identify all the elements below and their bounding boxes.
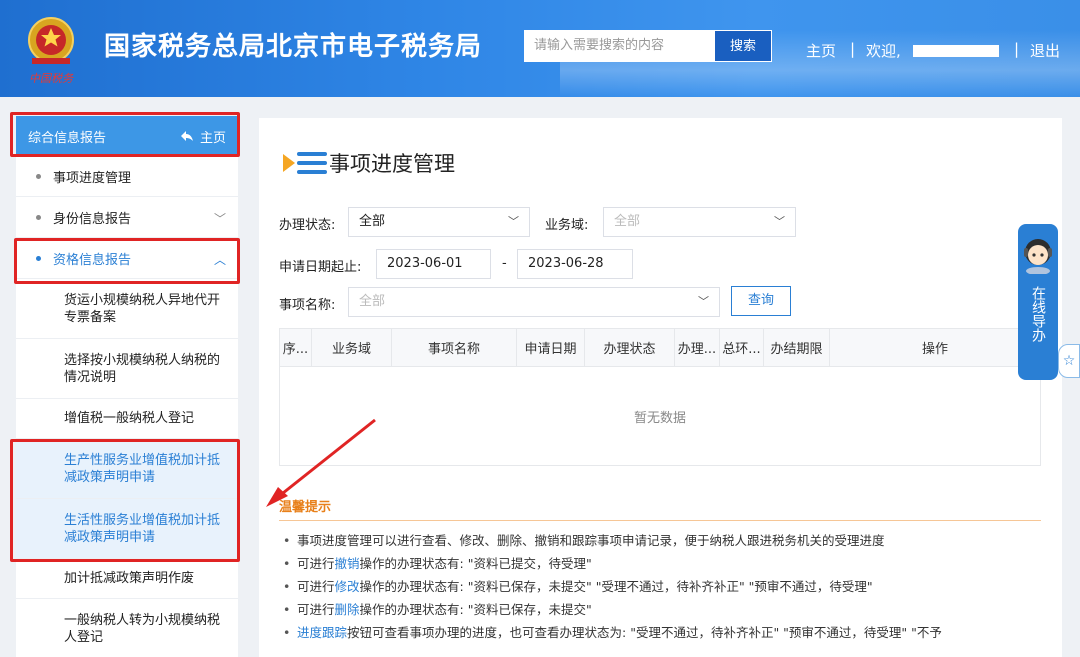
nav-home-link[interactable]: 主页 (806, 40, 836, 61)
tax-emblem-logo: 中国税务 (28, 17, 74, 85)
sidebar-item-qualification[interactable]: 资格信息报告 ︿ (16, 238, 238, 279)
main-panel: 事项进度管理 办理状态: 全部 ﹀ 业务域: 全部 ﹀ 申请日期起止: 2023… (259, 118, 1062, 657)
chevron-down-icon: ﹀ (508, 215, 519, 228)
status-select-value: 全部 (359, 214, 386, 229)
domain-select[interactable]: 全部 ﹀ (603, 207, 796, 237)
revoke-link[interactable]: 撤销 (335, 552, 360, 575)
online-guide-button[interactable]: 在线导办 (1018, 224, 1058, 380)
sidebar-subitem[interactable]: 增值税一般纳税人登记 (16, 399, 238, 439)
empty-state: 暂无数据 (633, 410, 686, 426)
divider (279, 520, 1041, 521)
delete-link[interactable]: 删除 (335, 598, 360, 621)
logout-link[interactable]: 退出 (1030, 40, 1060, 61)
table-header-row: 序... 业务域 事项名称 申请日期 办理状态 办理... 总环... 办结期限… (280, 329, 1040, 367)
sidebar-item-label: 资格信息报告 (53, 252, 132, 268)
date-start-input[interactable]: 2023-06-01 (376, 249, 491, 279)
sidebar-subitem[interactable]: 选择按小规模纳税人纳税的情况说明 (16, 339, 238, 399)
date-end-input[interactable]: 2023-06-28 (517, 249, 633, 279)
tip-item: • 可进行 删除 操作的办理状态有: "资料已保存，未提交" (283, 598, 1043, 621)
tip-item: • 可进行 撤销 操作的办理状态有: "资料已提交，待受理" (283, 552, 1043, 575)
sidebar-home-label: 主页 (199, 130, 226, 146)
sidebar-subitem[interactable]: 货运小规模纳税人异地代开专票备案 (16, 279, 238, 339)
sidebar-item-progress[interactable]: 事项进度管理 (16, 156, 238, 197)
nav-separator: | (1014, 40, 1020, 58)
status-label: 办理状态: (279, 218, 336, 233)
chevron-down-icon: ﹀ (774, 215, 785, 228)
assistant-avatar-icon (1024, 239, 1052, 274)
column-header: 总环... (720, 329, 764, 366)
sidebar-item-label: 事项进度管理 (53, 170, 132, 186)
sidebar-item-label: 身份信息报告 (53, 211, 132, 227)
sidebar-header[interactable]: 综合信息报告 主页 (16, 116, 238, 156)
column-header: 序... (280, 329, 312, 366)
sidebar-subitem[interactable]: 一般纳税人转为小规模纳税人登记 (16, 599, 238, 657)
column-header: 办结期限 (764, 329, 830, 366)
status-select[interactable]: 全部 ﹀ (348, 207, 530, 237)
date-range-label: 申请日期起止: (279, 260, 362, 275)
item-name-label: 事项名称: (279, 298, 336, 313)
query-button[interactable]: 查询 (731, 286, 791, 316)
item-name-placeholder: 全部 (359, 294, 386, 309)
chevron-down-icon: ﹀ (698, 295, 709, 308)
tip-item: • 事项进度管理可以进行查看、修改、删除、撤销和跟踪事项申请记录，便于纳税人跟进税… (283, 533, 885, 548)
username-redacted (913, 45, 999, 57)
bullet-icon (36, 173, 41, 179)
column-header: 操作 (921, 342, 948, 357)
track-progress-link[interactable]: 进度跟踪 (297, 621, 347, 644)
site-title: 国家税务总局北京市电子税务局 (104, 32, 483, 62)
column-header: 办理... (675, 329, 720, 366)
column-header: 事项名称 (392, 329, 517, 366)
item-name-select[interactable]: 全部 ﹀ (348, 287, 720, 317)
favorite-star-icon[interactable]: ☆ (1058, 344, 1080, 378)
logo-text: 中国税务 (29, 72, 74, 85)
progress-list-icon (283, 152, 327, 174)
page-title: 事项进度管理 (329, 152, 455, 176)
back-arrow-icon (180, 131, 193, 141)
column-header: 申请日期 (517, 329, 585, 366)
chevron-down-icon: ﹀ (213, 212, 226, 226)
bullet-icon (36, 214, 41, 220)
date-separator: - (502, 256, 507, 271)
chevron-up-icon: ︿ (213, 253, 226, 267)
search-input[interactable]: 请输入需要搜索的内容 (524, 30, 714, 62)
sidebar: 综合信息报告 主页 事项进度管理 身份信息报告 ﹀ 资格信息报告 ︿ 货运小规模… (16, 116, 238, 657)
nav-welcome-text: 欢迎, (866, 42, 901, 60)
progress-table: 序... 业务域 事项名称 申请日期 办理状态 办理... 总环... 办结期限… (279, 328, 1041, 466)
tip-item: • 可进行 修改 操作的办理状态有: "资料已保存，未提交" "受理不通过，待补齐补正… (283, 575, 1043, 598)
search-button[interactable]: 搜索 (714, 30, 772, 62)
sidebar-home-link[interactable]: 主页 (180, 127, 226, 146)
sidebar-item-identity[interactable]: 身份信息报告 ﹀ (16, 197, 238, 238)
sidebar-subitem-lifestyle[interactable]: 生活性服务业增值税加计抵减政策声明申请 (16, 499, 238, 559)
tips-list: • 事项进度管理可以进行查看、修改、删除、撤销和跟踪事项申请记录，便于纳税人跟进税… (283, 529, 1043, 644)
tip-title: 温馨提示 (279, 500, 332, 515)
sidebar-header-label: 综合信息报告 (28, 130, 107, 146)
tip-item: • 进度跟踪 按钮可查看事项办理的进度，也可查看办理状态为: "受理不通过，待补齐补… (283, 621, 1043, 644)
domain-label: 业务域: (545, 218, 589, 233)
column-header: 业务域 (312, 329, 392, 366)
modify-link[interactable]: 修改 (335, 575, 360, 598)
nav-separator: | (850, 40, 856, 58)
column-header: 办理状态 (585, 329, 675, 366)
bullet-icon (36, 255, 41, 261)
sidebar-subitem[interactable]: 加计抵减政策声明作废 (16, 559, 238, 599)
top-header: 中国税务 国家税务总局北京市电子税务局 请输入需要搜索的内容 搜索 主页 | 欢… (0, 0, 1080, 97)
sidebar-subitem-production[interactable]: 生产性服务业增值税加计抵减政策声明申请 (16, 439, 238, 499)
online-guide-label: 在线导办 (1030, 286, 1046, 342)
domain-select-placeholder: 全部 (614, 214, 641, 229)
